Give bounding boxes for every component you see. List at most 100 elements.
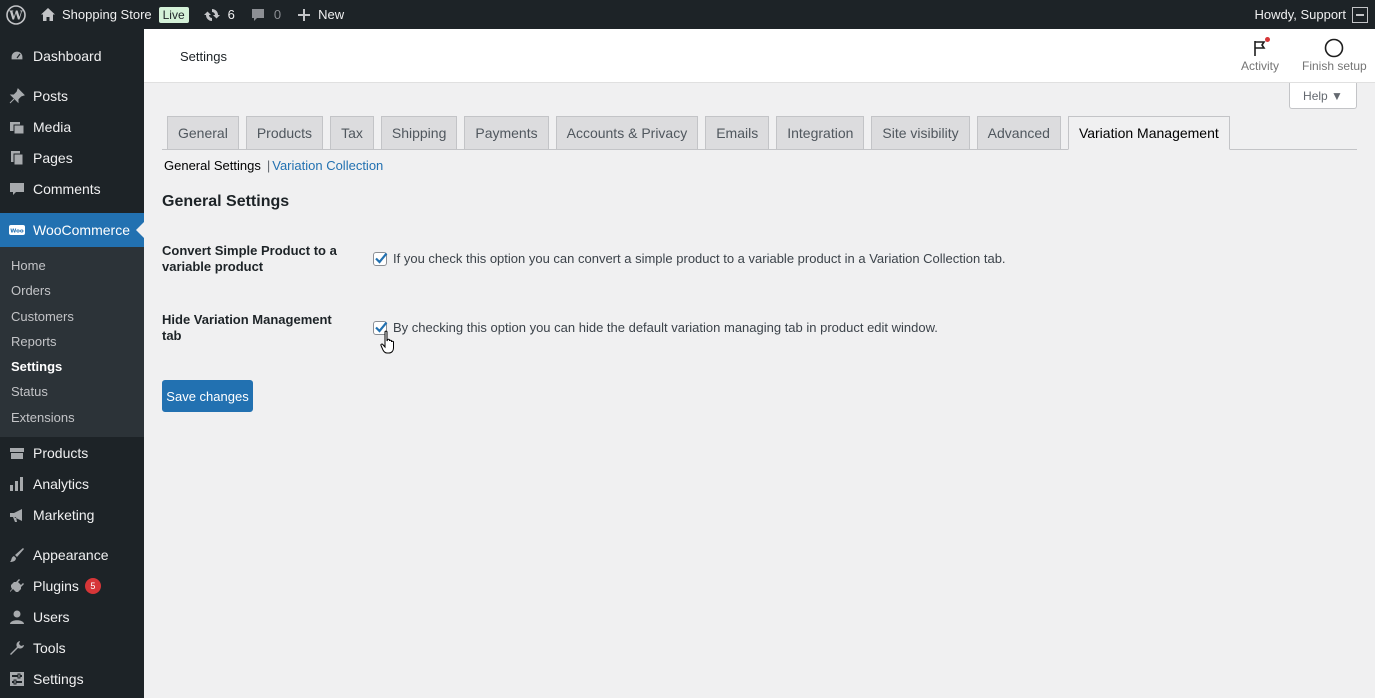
menu-item-posts[interactable]: Posts [0, 80, 144, 111]
menu-item-analytics[interactable]: Analytics [0, 468, 144, 499]
tab-general[interactable]: General [167, 116, 239, 149]
hand-cursor-icon [380, 330, 394, 354]
field-control: If you check this option you can convert… [373, 251, 1006, 266]
menu-label: Comments [33, 180, 101, 197]
help-button[interactable]: Help ▼ [1289, 83, 1357, 109]
woocommerce-header: Settings Activity Finish setup [144, 29, 1375, 83]
menu-label: Posts [33, 87, 69, 104]
menu-item-users[interactable]: Users [0, 601, 144, 632]
activity-label: Activity [1241, 59, 1280, 73]
submenu-home[interactable]: Home [0, 253, 144, 278]
menu-label: WooCommerce [33, 222, 130, 238]
admin-bar: W Shopping Store Live 6 0 New Howdy, Sup… [0, 0, 1375, 29]
updates-count: 6 [227, 7, 235, 22]
tab-variation-management[interactable]: Variation Management [1067, 116, 1230, 150]
menu-label: Dashboard [33, 47, 102, 64]
users-icon [8, 608, 26, 626]
comments-link[interactable]: 0 [242, 0, 288, 29]
submenu-settings[interactable]: Settings [0, 354, 144, 379]
menu-item-woocommerce[interactable]: Woo WooCommerce [0, 213, 144, 247]
settings-tabs: General Products Tax Shipping Payments A… [162, 116, 1357, 150]
analytics-icon [8, 475, 26, 493]
field-label: Convert Simple Product to a variable pro… [162, 243, 337, 274]
menu-item-pages[interactable]: Pages [0, 142, 144, 173]
menu-label: Plugins [33, 577, 79, 594]
convert-simple-checkbox[interactable] [373, 251, 388, 266]
media-icon [8, 118, 26, 136]
live-badge: Live [158, 6, 189, 23]
menu-label: Products [33, 444, 89, 461]
tab-site-visibility[interactable]: Site visibility [871, 116, 970, 149]
tab-shipping[interactable]: Shipping [380, 116, 458, 149]
subnav-general-settings[interactable]: General Settings [164, 158, 261, 173]
greeting: Howdy, Support [1254, 7, 1346, 22]
field-description: By checking this option you can hide the… [393, 320, 938, 335]
activity-button[interactable]: Activity [1241, 37, 1279, 73]
finish-setup-label: Finish setup [1302, 59, 1367, 73]
menu-item-dashboard[interactable]: Dashboard [0, 40, 144, 71]
menu-item-plugins[interactable]: Plugins 5 [0, 570, 144, 601]
menu-item-settings[interactable]: Settings [0, 663, 144, 694]
woocommerce-icon: Woo [8, 221, 26, 239]
subnav-separator: | [266, 158, 271, 173]
submenu-extensions[interactable]: Extensions [0, 405, 144, 430]
menu-item-tools[interactable]: Tools [0, 632, 144, 663]
tab-tax[interactable]: Tax [330, 116, 374, 149]
home-icon [39, 6, 57, 24]
menu-label: Tools [33, 639, 66, 656]
submenu-customers[interactable]: Customers [0, 304, 144, 329]
subsection-nav: General Settings | Variation Collection [164, 158, 383, 173]
updates-link[interactable]: 6 [196, 0, 242, 29]
new-content-link[interactable]: New [288, 0, 351, 29]
menu-label: Settings [33, 670, 84, 687]
tab-products[interactable]: Products [245, 116, 324, 149]
wrench-icon [8, 639, 26, 657]
new-label: New [318, 7, 345, 22]
tab-integration[interactable]: Integration [776, 116, 865, 149]
menu-item-comments[interactable]: Comments [0, 173, 144, 204]
svg-text:Woo: Woo [10, 229, 24, 235]
pages-icon [8, 149, 26, 167]
menu-item-products[interactable]: Products [0, 437, 144, 468]
submenu-status[interactable]: Status [0, 379, 144, 404]
menu-item-appearance[interactable]: Appearance [0, 539, 144, 570]
save-changes-button[interactable]: Save changes [162, 380, 253, 412]
plugin-icon [8, 577, 26, 595]
megaphone-icon [8, 506, 26, 524]
wordpress-logo-icon[interactable]: W [0, 0, 32, 29]
tab-payments[interactable]: Payments [464, 116, 549, 149]
dashboard-icon [8, 47, 26, 65]
pin-icon [8, 87, 26, 105]
checkmark-icon [375, 252, 388, 264]
menu-item-media[interactable]: Media [0, 111, 144, 142]
comment-icon [249, 6, 267, 24]
menu-item-marketing[interactable]: Marketing [0, 499, 144, 530]
my-account[interactable]: Howdy, Support [1254, 6, 1375, 23]
avatar [1352, 6, 1368, 23]
plugins-update-badge: 5 [84, 577, 101, 594]
tab-accounts-privacy[interactable]: Accounts & Privacy [555, 116, 699, 149]
activity-notification-dot [1265, 37, 1270, 42]
finish-setup-button[interactable]: Finish setup [1302, 37, 1367, 73]
site-name-link[interactable]: Shopping Store Live [32, 0, 196, 29]
field-description: If you check this option you can convert… [393, 251, 1006, 266]
submenu-reports[interactable]: Reports [0, 329, 144, 354]
progress-ring-icon [1324, 37, 1344, 59]
admin-sidebar: Dashboard Posts Media Pages Comments Woo… [0, 29, 144, 698]
updates-icon [203, 6, 221, 24]
tab-emails[interactable]: Emails [705, 116, 770, 149]
comments-count: 0 [273, 7, 282, 22]
svg-text:W: W [8, 8, 23, 22]
menu-label: Marketing [33, 506, 95, 523]
section-title: General Settings [162, 193, 290, 210]
submenu-orders[interactable]: Orders [0, 278, 144, 303]
subnav-variation-collection[interactable]: Variation Collection [272, 158, 383, 173]
menu-label: Appearance [33, 546, 109, 563]
page-title: Settings [180, 49, 227, 64]
field-control: By checking this option you can hide the… [373, 320, 938, 335]
menu-label: Pages [33, 149, 73, 166]
menu-label: Analytics [33, 475, 90, 492]
field-label: Hide Variation Management tab [162, 312, 332, 343]
products-icon [8, 444, 26, 462]
tab-advanced[interactable]: Advanced [976, 116, 1061, 149]
